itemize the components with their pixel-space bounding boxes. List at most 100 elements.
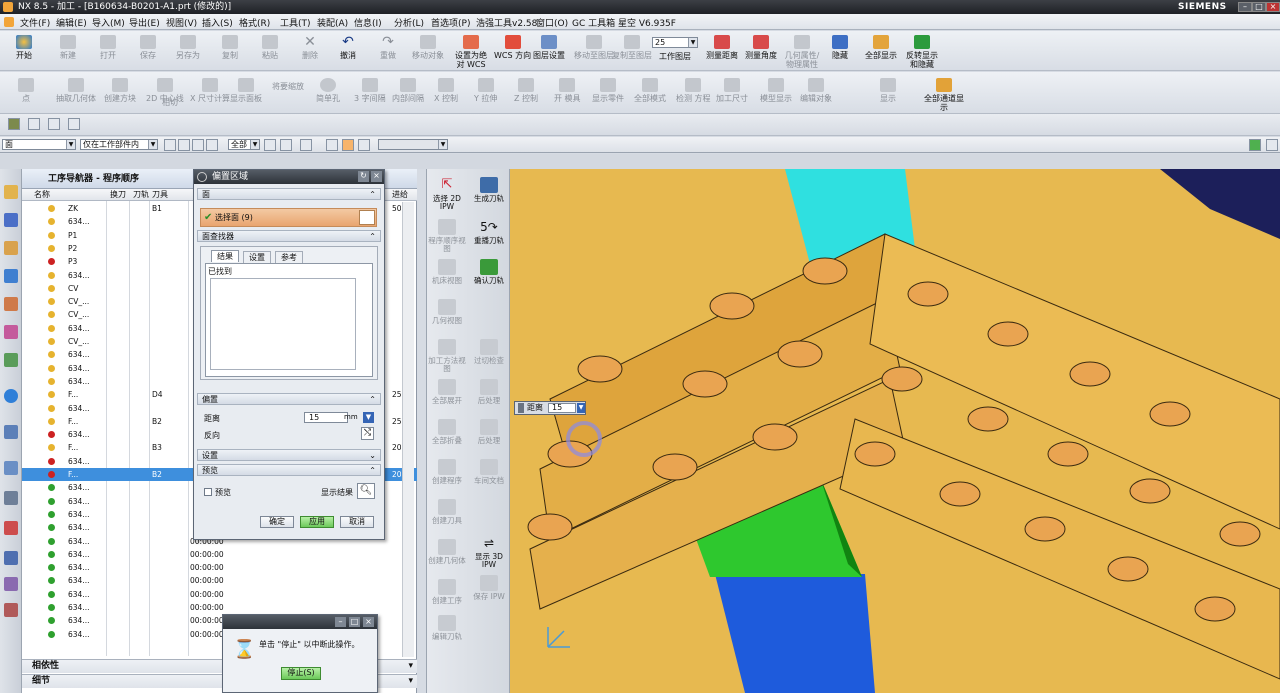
assembly-navigator-icon[interactable] (4, 185, 18, 199)
postprocess-2-button[interactable]: 后处理 (469, 419, 509, 445)
x-size-button[interactable]: X 尺寸计算 (190, 78, 230, 103)
menu-import[interactable]: 导入(M) (92, 16, 125, 29)
apply-button[interactable]: 应用 (300, 516, 334, 528)
verify-toolpath-button[interactable]: 确认刀轨 (469, 259, 509, 285)
offset-section-header[interactable]: 偏置 ⌃ (197, 393, 381, 405)
shop-documentation-button[interactable]: 车间文档 (469, 459, 509, 485)
stop-button[interactable]: 停止(S) (281, 667, 321, 680)
open-button[interactable]: 打开 (100, 35, 116, 60)
program-order-view-button[interactable]: 程序顺序视图 (427, 219, 467, 253)
gouge-check-button[interactable]: 过切检查 (469, 339, 509, 365)
undo-button[interactable]: ↶ 撤消 (340, 35, 356, 60)
select-2d-ipw-button[interactable]: ⇱ 选择 2D IPW (427, 177, 467, 211)
machining-size-button[interactable]: 加工尺寸 (716, 78, 748, 103)
menu-analysis[interactable]: 分析(L) (394, 16, 424, 29)
edit-object-button[interactable]: 编辑对象 (800, 78, 832, 103)
menu-xingkong[interactable]: 星空 V6.935F (618, 16, 676, 29)
column-feed[interactable]: 进给 (392, 189, 408, 201)
lasso-icon[interactable] (280, 139, 292, 151)
menu-edit[interactable]: 编辑(E) (56, 16, 87, 29)
ok-button[interactable]: 确定 (260, 516, 294, 528)
distance-input[interactable]: 15 (304, 412, 348, 423)
select-faces-icon[interactable] (48, 118, 60, 130)
replay-toolpath-button[interactable]: 5↷ 重播刀轨 (469, 219, 509, 245)
generate-toolpath-button[interactable]: 生成刀轨 (469, 177, 509, 203)
method-view-button[interactable]: 加工方法视图 (427, 339, 467, 373)
start-button[interactable]: 开始 (16, 35, 32, 60)
menu-assembly[interactable]: 装配(A) (317, 16, 348, 29)
column-toolpath[interactable]: 刀轨 (133, 189, 149, 201)
part-navigator-icon[interactable] (4, 241, 18, 255)
cube-icon[interactable] (342, 139, 354, 151)
table-row[interactable]: 634... 00:00:00 (22, 574, 417, 587)
delete-button[interactable]: ✕ 删除 (302, 35, 318, 60)
toolbar-options-icon[interactable] (1266, 139, 1278, 151)
menu-file[interactable]: 文件(F) (20, 16, 50, 29)
close-button[interactable]: × (1266, 2, 1280, 12)
roles-icon[interactable] (4, 577, 18, 591)
menu-view[interactable]: 视图(V) (166, 16, 197, 29)
show-part-button[interactable]: 显示零件 (592, 78, 624, 103)
restore-button[interactable]: □ (1252, 2, 1266, 12)
display-panel-button[interactable]: 显示面板 (230, 78, 262, 103)
geometry-view-button[interactable]: 几何视图 (427, 299, 467, 325)
preview-checkbox[interactable] (204, 488, 212, 496)
work-layer-select[interactable]: 25 ▼ (652, 37, 698, 48)
navigator-scrollbar[interactable] (402, 202, 414, 657)
app-menu-icon[interactable] (4, 17, 14, 27)
process-studio-icon[interactable] (4, 521, 18, 535)
disabled-select[interactable]: ▼ (378, 139, 448, 150)
create-operation-button[interactable]: 创建工序 (427, 579, 467, 605)
copy-button[interactable]: 复制 (222, 35, 238, 60)
face-cube-icon[interactable] (359, 210, 375, 225)
menu-haoqiang-tools[interactable]: 浩强工具v2.58 (476, 16, 537, 29)
measure-distance-button[interactable]: 测量距离 (706, 35, 738, 60)
select-edges-icon[interactable] (68, 118, 80, 130)
paste-button[interactable]: 粘贴 (262, 35, 278, 60)
found-list[interactable] (210, 278, 356, 370)
machine-tool-navigator-icon[interactable] (4, 297, 18, 311)
drag-handle[interactable] (518, 403, 524, 413)
history-icon[interactable] (4, 425, 18, 439)
system-materials-icon[interactable] (4, 491, 18, 505)
close-icon[interactable]: × (371, 171, 382, 182)
menu-format[interactable]: 格式(R) (239, 16, 270, 29)
edit-toolpath-button[interactable]: 编辑刀轨 (427, 615, 467, 641)
select-face-row[interactable]: ✔ 选择面 (9) (200, 208, 377, 227)
layer-settings-button[interactable]: 图层设置 (533, 35, 565, 60)
show-result-magnifier-icon[interactable]: 🔍︎ (357, 483, 375, 499)
clock-icon[interactable] (4, 461, 18, 475)
display-3d-ipw-button[interactable]: ⇌ 显示 3D IPW (469, 535, 509, 569)
model-display-button[interactable]: 模型显示 (760, 78, 792, 103)
graphics-window[interactable] (510, 169, 1280, 693)
column-tool-change[interactable]: 换刀 (110, 189, 126, 201)
table-row[interactable]: 634... 00:00:00 (22, 588, 417, 601)
dynamic-distance-input[interactable]: 15 (548, 403, 576, 413)
menu-export[interactable]: 导出(E) (129, 16, 160, 29)
reuse-library-icon[interactable] (4, 325, 18, 339)
set-absolute-wcs-button[interactable]: 设置为绝对 WCS (454, 35, 488, 69)
x-control-button[interactable]: X 控制 (434, 78, 458, 103)
distance-options-icon[interactable]: ▼ (363, 412, 374, 423)
extract-geometry-button[interactable]: 抽取几何体 (56, 78, 96, 103)
redo-button[interactable]: ↷ 重做 (380, 35, 396, 60)
face-section-header[interactable]: 面 ⌃ (197, 188, 381, 200)
system-scene-icon[interactable] (4, 603, 18, 617)
snap-icon[interactable] (164, 139, 176, 151)
check-equation-button[interactable]: 检测 方程 (676, 78, 711, 103)
simple-hole-button[interactable]: 简单孔 (316, 78, 340, 103)
rectangle-select-icon[interactable] (300, 139, 312, 151)
cursor-icon[interactable] (264, 139, 276, 151)
face-finder-header[interactable]: 面查找器 ⌃ (197, 230, 381, 242)
select-all-icon[interactable] (178, 139, 190, 151)
inner-spacing-button[interactable]: 内部间隔 (392, 78, 424, 103)
z-control-button[interactable]: Z 控制 (514, 78, 538, 103)
wcs-orient-button[interactable]: WCS 方向 (494, 35, 531, 60)
menu-tools[interactable]: 工具(T) (280, 16, 311, 29)
menu-insert[interactable]: 插入(S) (202, 16, 233, 29)
y-stretch-button[interactable]: Y 拉伸 (474, 78, 497, 103)
open-mold-button[interactable]: 开 模具 (554, 78, 581, 103)
menu-information[interactable]: 信息(I) (354, 16, 382, 29)
restore-icon[interactable]: □ (349, 617, 360, 627)
minimize-button[interactable]: – (1238, 2, 1252, 12)
